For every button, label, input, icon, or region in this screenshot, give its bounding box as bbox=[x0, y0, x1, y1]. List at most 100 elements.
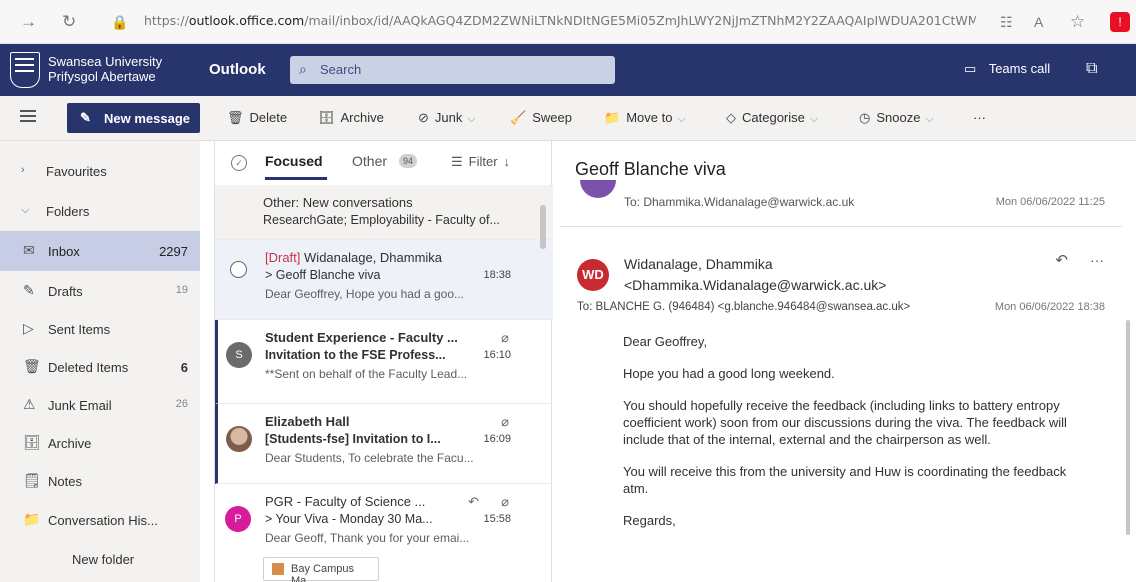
search-input[interactable]: ⌕ Search bbox=[290, 56, 615, 84]
app-header: Swansea University Prifysgol Abertawe Ou… bbox=[0, 44, 1136, 96]
note-icon: 🗒 bbox=[23, 472, 41, 488]
more-actions-button[interactable]: ··· bbox=[973, 110, 986, 125]
sidebar-item-label: Sent Items bbox=[48, 322, 111, 337]
active-tab-indicator bbox=[265, 177, 327, 180]
list-item[interactable]: Elizabeth Hall ⌀ [Students-fse] Invitati… bbox=[215, 404, 553, 484]
message-body: Dear Geoffrey, Hope you had a good long … bbox=[623, 333, 1071, 544]
archive-button[interactable]: 🗄 Archive bbox=[318, 110, 384, 126]
favourites-group[interactable]: › Favourites bbox=[0, 151, 200, 191]
org-name-cy: Prifysgol Abertawe bbox=[48, 69, 156, 84]
message-preview: Dear Students, To celebrate the Facu... bbox=[265, 451, 474, 465]
message-date: Mon 06/06/2022 18:38 bbox=[994, 301, 1105, 313]
search-icon: ⌕ bbox=[299, 61, 307, 77]
conversation-subject: Geoff Blanche viva bbox=[575, 159, 726, 179]
move-to-label: Move to bbox=[626, 110, 673, 125]
item-count: 26 bbox=[175, 398, 188, 410]
paperclip-icon: ⌀ bbox=[501, 414, 509, 429]
sidebar-item-inbox[interactable]: ✉ Inbox 2297 bbox=[0, 231, 200, 271]
app-name[interactable]: Outlook bbox=[209, 61, 266, 78]
list-item-other-conversations[interactable]: Other: New conversations ResearchGate; E… bbox=[215, 185, 553, 240]
org-name-en: Swansea University bbox=[48, 54, 163, 69]
new-folder-link[interactable]: New folder bbox=[0, 539, 200, 579]
sweep-button[interactable]: 🧹 Sweep bbox=[510, 110, 572, 126]
folders-label: Folders bbox=[46, 204, 90, 219]
list-item[interactable]: [Draft] Widanalage, Dhammika > Geoff Bla… bbox=[215, 240, 553, 320]
filter-button[interactable]: ☰ Filter ↓ bbox=[451, 154, 510, 170]
move-to-button[interactable]: 📁 Move to ⌵ bbox=[604, 110, 686, 126]
paperclip-icon: ⌀ bbox=[501, 494, 509, 509]
reply-icon[interactable]: ↶ bbox=[1055, 251, 1068, 269]
message-sender: Elizabeth Hall bbox=[265, 414, 350, 429]
hamburger-menu-icon[interactable] bbox=[20, 110, 36, 122]
folders-group[interactable]: ⌵ Folders bbox=[0, 191, 200, 231]
message-list-header: ✓ Focused Other 94 ☰ Filter ↓ bbox=[215, 141, 553, 185]
sidebar-item-deleted[interactable]: 🗑 Deleted Items 6 bbox=[0, 347, 200, 387]
sidebar-item-sent[interactable]: ▷ Sent Items bbox=[0, 309, 200, 349]
chevron-down-icon: ⌵ bbox=[467, 113, 476, 125]
chevron-down-icon: ⌵ bbox=[21, 204, 30, 216]
reader-view-icon[interactable]: ☷ bbox=[1000, 12, 1013, 32]
categorise-label: Categorise bbox=[742, 110, 805, 125]
sender-email: <Dhammika.Widanalage@warwick.ac.uk> bbox=[624, 277, 887, 293]
sidebar-item-conversation-history[interactable]: 📁 Conversation His... bbox=[0, 500, 200, 540]
chat-icon[interactable]: ⧉ bbox=[1086, 60, 1097, 78]
pencil-icon: ✎ bbox=[23, 282, 35, 298]
teams-call-button[interactable]: ▭ Teams call bbox=[964, 61, 1050, 77]
message-time: 16:10 bbox=[483, 349, 511, 361]
sidebar-item-notes[interactable]: 🗒 Notes bbox=[0, 461, 200, 501]
folder-pane: › Favourites ⌵ Folders ✉ Inbox 2297 ✎ Dr… bbox=[0, 141, 200, 582]
select-radio[interactable] bbox=[230, 261, 247, 278]
address-bar[interactable]: https://outlook.office.com/mail/inbox/id… bbox=[144, 13, 976, 28]
message-sender: Student Experience - Faculty ... bbox=[265, 330, 458, 345]
sender-name[interactable]: Widanalage, Dhammika bbox=[624, 256, 773, 272]
body-paragraph: Dear Geoffrey, bbox=[623, 334, 708, 349]
attachment-chip[interactable]: Bay Campus Ma... bbox=[263, 557, 379, 582]
recipient-line: To: BLANCHE G. (946484) <g.blanche.94648… bbox=[577, 301, 911, 313]
chevron-right-icon: › bbox=[21, 164, 25, 176]
junk-button[interactable]: ⊘ Junk ⌵ bbox=[418, 110, 476, 126]
back-arrow-icon[interactable]: → bbox=[20, 12, 37, 32]
sweep-label: Sweep bbox=[532, 110, 572, 125]
reload-icon[interactable]: ↻ bbox=[62, 12, 76, 32]
delete-button[interactable]: 🗑 Delete bbox=[227, 110, 287, 126]
snooze-button[interactable]: ◷ Snooze ⌵ bbox=[859, 110, 934, 126]
paperclip-icon: ⌀ bbox=[501, 330, 509, 345]
archive-label: Archive bbox=[340, 110, 384, 125]
message-time: 16:09 bbox=[483, 433, 511, 445]
sidebar-item-archive[interactable]: 🗄 Archive bbox=[0, 423, 200, 463]
message-sender: PGR - Faculty of Science ... bbox=[265, 494, 426, 509]
search-placeholder: Search bbox=[320, 62, 362, 77]
list-item[interactable]: P PGR - Faculty of Science ... ↶ ⌀ > You… bbox=[215, 484, 553, 582]
message-date: Mon 06/06/2022 11:25 bbox=[995, 196, 1105, 208]
reading-pane-scrollbar[interactable] bbox=[1126, 320, 1130, 535]
message-time: 18:38 bbox=[483, 269, 511, 281]
sidebar-item-drafts[interactable]: ✎ Drafts 19 bbox=[0, 271, 200, 311]
favorite-icon[interactable]: ☆ bbox=[1070, 12, 1085, 32]
message-time: 15:58 bbox=[483, 513, 511, 525]
site-info-icon[interactable]: 🔒 bbox=[111, 12, 128, 32]
read-aloud-icon[interactable]: A bbox=[1034, 12, 1043, 32]
list-item[interactable]: S Student Experience - Faculty ... ⌀ Inv… bbox=[215, 320, 553, 404]
unread-count: 6 bbox=[180, 360, 188, 375]
sidebar-item-label: Inbox bbox=[48, 244, 80, 259]
tab-other[interactable]: Other bbox=[352, 153, 387, 169]
body-paragraph: Regards, bbox=[623, 513, 676, 528]
sidebar-item-junk[interactable]: ⚠ Junk Email 26 bbox=[0, 385, 200, 425]
message-subject: > Geoff Blanche viva bbox=[265, 268, 381, 282]
collapsed-message[interactable]: To: Dhammika.Widanalage@warwick.ac.uk Mo… bbox=[560, 180, 1122, 227]
new-message-button[interactable]: ✎ New message bbox=[67, 103, 200, 133]
body-paragraph: You should hopefully receive the feedbac… bbox=[623, 398, 1067, 447]
extension-icon[interactable]: ! bbox=[1110, 12, 1130, 32]
select-all-checkbox[interactable]: ✓ bbox=[231, 155, 247, 171]
url-prefix: https:// bbox=[144, 13, 189, 28]
categorise-button[interactable]: ◇ Categorise ⌵ bbox=[726, 110, 818, 126]
message-list-scrollbar[interactable] bbox=[540, 205, 546, 249]
snooze-label: Snooze bbox=[876, 110, 921, 125]
avatar bbox=[226, 426, 252, 452]
more-options-icon[interactable]: ··· bbox=[1090, 252, 1104, 268]
message-subject: [Students-fse] Invitation to I... bbox=[265, 432, 441, 446]
item-count: 19 bbox=[175, 284, 188, 296]
tab-focused[interactable]: Focused bbox=[265, 153, 323, 169]
avatar bbox=[580, 180, 616, 198]
body-paragraph: Hope you had a good long weekend. bbox=[623, 366, 835, 381]
